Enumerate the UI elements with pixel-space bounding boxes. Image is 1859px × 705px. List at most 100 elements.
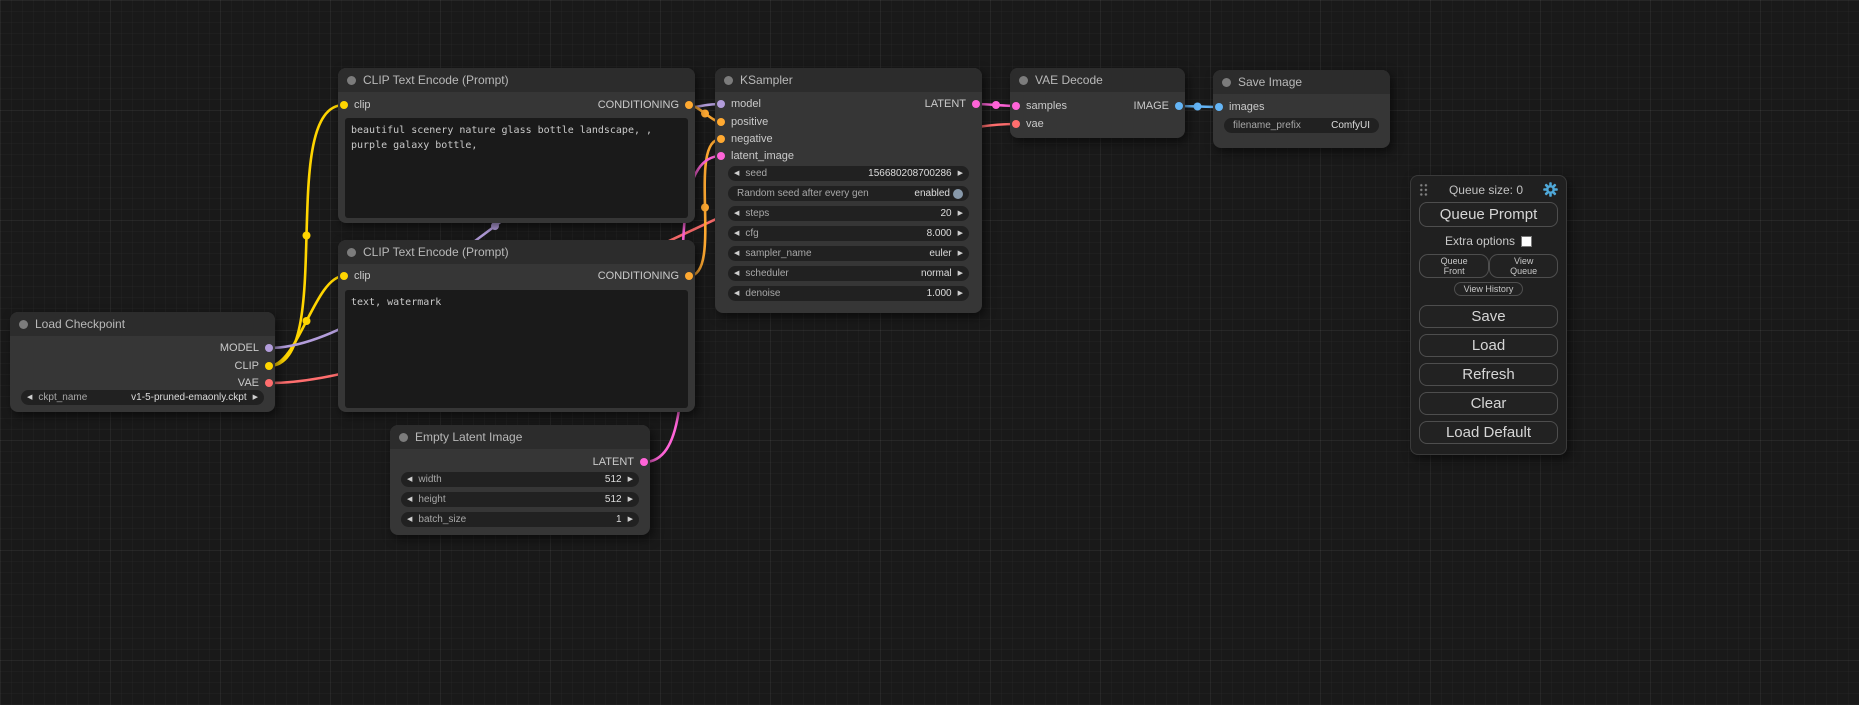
latent-slot-dot[interactable] bbox=[717, 152, 725, 160]
increment-arrow-icon[interactable]: ▶ bbox=[958, 290, 963, 297]
input-slot-positive[interactable]: positive bbox=[715, 114, 768, 130]
refresh-button[interactable]: Refresh bbox=[1419, 363, 1558, 386]
increment-arrow-icon[interactable]: ▶ bbox=[253, 394, 258, 401]
latent-slot-dot[interactable] bbox=[972, 100, 980, 108]
node-clip-text-encode-positive[interactable]: CLIP Text Encode (Prompt) clip CONDITION… bbox=[338, 68, 695, 223]
input-slot-negative[interactable]: negative bbox=[715, 131, 773, 147]
clip-slot-dot[interactable] bbox=[265, 362, 273, 370]
vae-slot-dot[interactable] bbox=[1012, 120, 1020, 128]
view-queue-button[interactable]: View Queue bbox=[1489, 254, 1558, 278]
conditioning-slot-dot[interactable] bbox=[685, 101, 693, 109]
graph-canvas[interactable]: Load Checkpoint MODEL CLIP VAE ◀ ckpt_na… bbox=[0, 0, 1859, 705]
increment-arrow-icon[interactable]: ▶ bbox=[628, 496, 633, 503]
conditioning-slot-dot[interactable] bbox=[717, 118, 725, 126]
decrement-arrow-icon[interactable]: ◀ bbox=[734, 230, 739, 237]
widget-value[interactable]: v1-5-pruned-emaonly.ckpt bbox=[131, 392, 246, 403]
output-slot-latent[interactable]: LATENT bbox=[593, 454, 650, 470]
output-slot-image[interactable]: IMAGE bbox=[1134, 98, 1185, 114]
widget-value[interactable]: enabled bbox=[914, 188, 950, 199]
decrement-arrow-icon[interactable]: ◀ bbox=[734, 170, 739, 177]
input-slot-vae[interactable]: vae bbox=[1010, 116, 1044, 132]
widget-value[interactable]: 156680208700286 bbox=[868, 168, 951, 179]
widget-value[interactable]: 8.000 bbox=[927, 228, 952, 239]
output-slot-vae[interactable]: VAE bbox=[238, 375, 275, 391]
node-title-bar[interactable]: Save Image bbox=[1213, 70, 1390, 94]
increment-arrow-icon[interactable]: ▶ bbox=[958, 170, 963, 177]
node-vae-decode[interactable]: VAE Decode samples IMAGE vae bbox=[1010, 68, 1185, 138]
extra-options-checkbox[interactable] bbox=[1521, 236, 1532, 247]
widget-value[interactable]: 1 bbox=[616, 514, 622, 525]
decrement-arrow-icon[interactable]: ◀ bbox=[27, 394, 32, 401]
cfg-widget[interactable]: ◀ cfg 8.000 ▶ bbox=[728, 226, 969, 241]
input-slot-clip[interactable]: clip bbox=[338, 268, 371, 284]
decrement-arrow-icon[interactable]: ◀ bbox=[734, 270, 739, 277]
node-status-dot[interactable] bbox=[19, 320, 28, 329]
node-status-dot[interactable] bbox=[399, 433, 408, 442]
widget-value[interactable]: normal bbox=[921, 268, 952, 279]
input-slot-model[interactable]: model bbox=[715, 96, 761, 112]
clip-slot-dot[interactable] bbox=[340, 272, 348, 280]
queue-prompt-button[interactable]: Queue Prompt bbox=[1419, 202, 1558, 227]
node-title-bar[interactable]: Empty Latent Image bbox=[390, 425, 650, 449]
decrement-arrow-icon[interactable]: ◀ bbox=[407, 476, 412, 483]
settings-gear-icon[interactable] bbox=[1543, 182, 1558, 197]
output-slot-clip[interactable]: CLIP bbox=[235, 358, 275, 374]
latent-slot-dot[interactable] bbox=[1012, 102, 1020, 110]
clip-slot-dot[interactable] bbox=[340, 101, 348, 109]
scheduler-widget[interactable]: ◀ scheduler normal ▶ bbox=[728, 266, 969, 281]
seed-widget[interactable]: ◀ seed 156680208700286 ▶ bbox=[728, 166, 969, 181]
model-slot-dot[interactable] bbox=[265, 344, 273, 352]
node-status-dot[interactable] bbox=[347, 248, 356, 257]
denoise-widget[interactable]: ◀ denoise 1.000 ▶ bbox=[728, 286, 969, 301]
steps-widget[interactable]: ◀ steps 20 ▶ bbox=[728, 206, 969, 221]
filename-prefix-widget[interactable]: filename_prefix ComfyUI bbox=[1224, 118, 1379, 133]
sampler-name-widget[interactable]: ◀ sampler_name euler ▶ bbox=[728, 246, 969, 261]
node-title-bar[interactable]: CLIP Text Encode (Prompt) bbox=[338, 240, 695, 264]
input-slot-images[interactable]: images bbox=[1213, 99, 1264, 115]
ckpt-name-widget[interactable]: ◀ ckpt_name v1-5-pruned-emaonly.ckpt ▶ bbox=[21, 390, 264, 405]
widget-value[interactable]: 20 bbox=[940, 208, 951, 219]
input-slot-samples[interactable]: samples bbox=[1010, 98, 1067, 114]
output-slot-latent[interactable]: LATENT bbox=[925, 96, 982, 112]
widget-value[interactable]: ComfyUI bbox=[1331, 120, 1370, 131]
increment-arrow-icon[interactable]: ▶ bbox=[628, 516, 633, 523]
height-widget[interactable]: ◀ height 512 ▶ bbox=[401, 492, 639, 507]
node-ksampler[interactable]: KSampler model LATENT positive negative … bbox=[715, 68, 982, 313]
node-status-dot[interactable] bbox=[724, 76, 733, 85]
output-slot-conditioning[interactable]: CONDITIONING bbox=[598, 97, 695, 113]
node-clip-text-encode-negative[interactable]: CLIP Text Encode (Prompt) clip CONDITION… bbox=[338, 240, 695, 412]
save-button[interactable]: Save bbox=[1419, 305, 1558, 328]
increment-arrow-icon[interactable]: ▶ bbox=[958, 270, 963, 277]
decrement-arrow-icon[interactable]: ◀ bbox=[407, 516, 412, 523]
decrement-arrow-icon[interactable]: ◀ bbox=[734, 210, 739, 217]
increment-arrow-icon[interactable]: ▶ bbox=[958, 250, 963, 257]
decrement-arrow-icon[interactable]: ◀ bbox=[734, 290, 739, 297]
positive-prompt-textarea[interactable]: beautiful scenery nature glass bottle la… bbox=[345, 118, 688, 218]
widget-value[interactable]: 512 bbox=[605, 474, 622, 485]
decrement-arrow-icon[interactable]: ◀ bbox=[734, 250, 739, 257]
node-status-dot[interactable] bbox=[1019, 76, 1028, 85]
image-slot-dot[interactable] bbox=[1215, 103, 1223, 111]
node-title-bar[interactable]: CLIP Text Encode (Prompt) bbox=[338, 68, 695, 92]
output-slot-conditioning[interactable]: CONDITIONING bbox=[598, 268, 695, 284]
random-seed-toggle-widget[interactable]: Random seed after every gen enabled bbox=[728, 186, 969, 201]
conditioning-slot-dot[interactable] bbox=[685, 272, 693, 280]
load-default-button[interactable]: Load Default bbox=[1419, 421, 1558, 444]
latent-slot-dot[interactable] bbox=[640, 458, 648, 466]
widget-value[interactable]: 1.000 bbox=[927, 288, 952, 299]
width-widget[interactable]: ◀ width 512 ▶ bbox=[401, 472, 639, 487]
negative-prompt-textarea[interactable]: text, watermark bbox=[345, 290, 688, 408]
load-button[interactable]: Load bbox=[1419, 334, 1558, 357]
increment-arrow-icon[interactable]: ▶ bbox=[628, 476, 633, 483]
drag-handle-icon[interactable] bbox=[1419, 183, 1429, 197]
toggle-indicator-dot[interactable] bbox=[953, 189, 963, 199]
increment-arrow-icon[interactable]: ▶ bbox=[958, 210, 963, 217]
clear-button[interactable]: Clear bbox=[1419, 392, 1558, 415]
node-title-bar[interactable]: KSampler bbox=[715, 68, 982, 92]
decrement-arrow-icon[interactable]: ◀ bbox=[407, 496, 412, 503]
input-slot-latent-image[interactable]: latent_image bbox=[715, 148, 794, 164]
node-load-checkpoint[interactable]: Load Checkpoint MODEL CLIP VAE ◀ ckpt_na… bbox=[10, 312, 275, 412]
node-status-dot[interactable] bbox=[347, 76, 356, 85]
view-history-button[interactable]: View History bbox=[1454, 282, 1524, 296]
vae-slot-dot[interactable] bbox=[265, 379, 273, 387]
